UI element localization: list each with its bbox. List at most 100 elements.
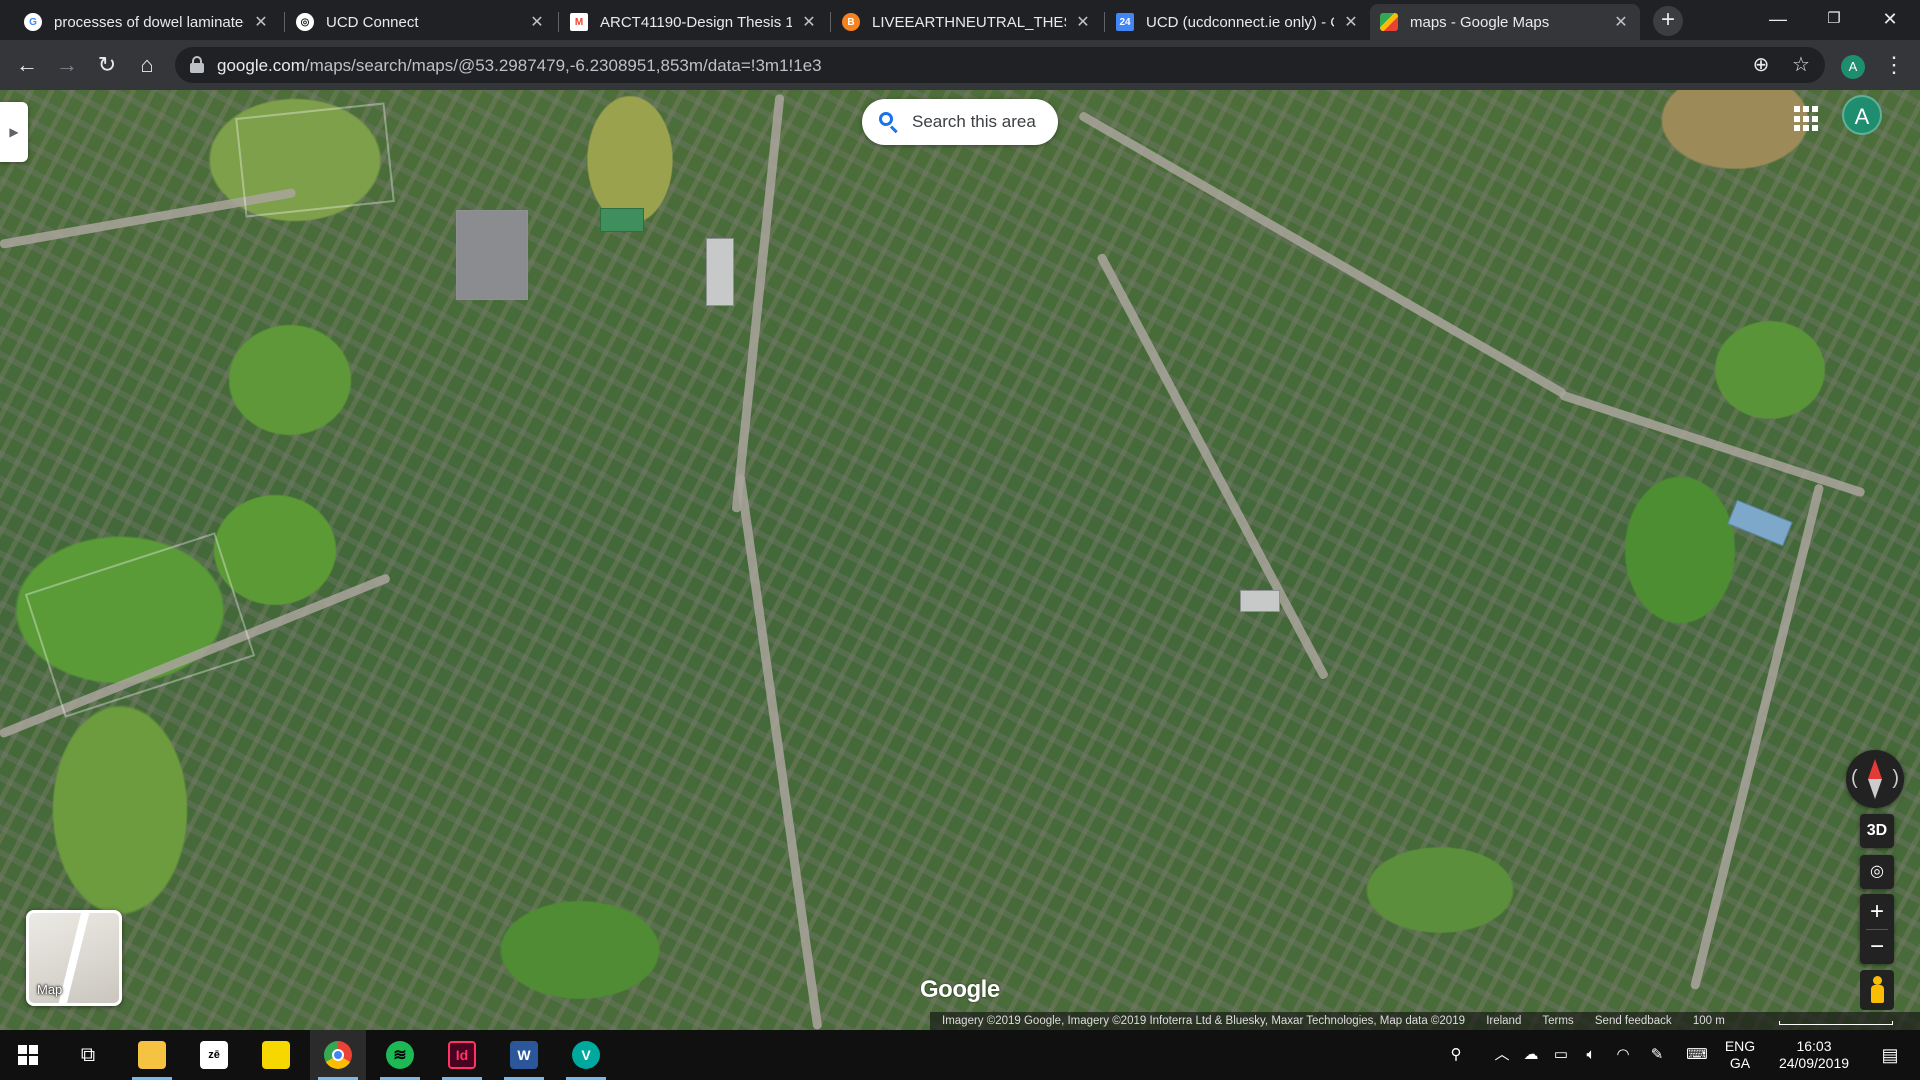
tab-5-active[interactable]: maps - Google Maps ✕ (1370, 4, 1640, 40)
onedrive-icon[interactable]: ☁ (1518, 1030, 1544, 1080)
tab-title: UCD (ucdconnect.ie only) - C (1146, 13, 1334, 31)
building (1240, 590, 1280, 612)
minimize-button[interactable]: — (1750, 0, 1806, 40)
volume-icon[interactable]: 🔈︎ (1578, 1030, 1604, 1080)
scale-label[interactable]: 100 m (1693, 1015, 1725, 1027)
google-logo: Google (920, 976, 1000, 1003)
url-path: /maps/search/maps/@53.2987479,-6.2308951… (304, 56, 822, 75)
terms-link[interactable]: Terms (1542, 1015, 1573, 1027)
tab-4[interactable]: 24 UCD (ucdconnect.ie only) - C ✕ (1106, 4, 1370, 40)
search-icon (878, 111, 900, 134)
compass-north-icon (1868, 759, 1882, 779)
tab-0[interactable]: G processes of dowel laminated ✕ (14, 4, 280, 40)
restore-button[interactable]: ❐ (1806, 0, 1862, 40)
google-apps-icon[interactable] (1794, 106, 1820, 132)
clock-date: 24/09/2019 (1778, 1055, 1850, 1071)
compass-control[interactable]: ( ) (1846, 750, 1904, 808)
spotify-button[interactable]: ≋ (372, 1030, 428, 1080)
attribution-bar: Imagery ©2019 Google, Imagery ©2019 Info… (930, 1012, 1920, 1030)
google-icon: G (24, 13, 42, 31)
side-panel-toggle[interactable]: ▶ (0, 102, 28, 162)
indesign-icon: Id (448, 1041, 476, 1069)
map-road (731, 94, 785, 513)
battery-icon[interactable]: ▭ (1548, 1030, 1574, 1080)
indesign-button[interactable]: Id (434, 1030, 490, 1080)
my-location-button[interactable]: ◎ (1860, 855, 1894, 889)
search-this-area-button[interactable]: Search this area (862, 99, 1058, 145)
reload-button[interactable]: ↻ (92, 50, 122, 80)
scale-bar[interactable] (1779, 1021, 1893, 1025)
building (706, 238, 734, 306)
street-view-pegman-icon[interactable] (1860, 970, 1894, 1010)
zen-icon: zē (200, 1041, 228, 1069)
tennis-courts (600, 208, 644, 232)
tab-close-icon[interactable]: ✕ (800, 12, 818, 32)
sticky-notes-button[interactable] (248, 1030, 304, 1080)
chrome-button[interactable] (310, 1030, 366, 1080)
tab-divider (1104, 12, 1105, 32)
map-road (1096, 252, 1330, 681)
calendar-icon: 24 (1116, 13, 1134, 31)
home-button[interactable]: ⌂ (132, 50, 162, 80)
tab-title: UCD Connect (326, 13, 419, 31)
tab-2[interactable]: M ARCT41190-Design Thesis 1 - ✕ (560, 4, 828, 40)
lock-icon[interactable] (190, 56, 204, 74)
pen-workspace-icon[interactable]: ✎ (1644, 1030, 1670, 1080)
action-center-icon[interactable]: ▤ (1862, 1030, 1918, 1080)
bookmark-star-icon[interactable]: ☆ (1789, 53, 1813, 77)
url-text[interactable]: google.com/maps/search/maps/@53.2987479,… (217, 56, 822, 76)
tab-close-icon[interactable]: ✕ (1074, 12, 1092, 32)
rotate-right-icon[interactable]: ) (1892, 766, 1899, 790)
rotate-left-icon[interactable]: ( (1851, 766, 1858, 790)
start-button[interactable] (0, 1030, 56, 1080)
tab-1[interactable]: ◎ UCD Connect ✕ (286, 4, 556, 40)
new-tab-button[interactable]: + (1653, 6, 1683, 36)
install-app-icon[interactable]: ⊕ (1749, 53, 1773, 77)
task-view-button[interactable]: ⧉ (60, 1030, 116, 1080)
search-this-area-label: Search this area (912, 112, 1036, 131)
vectorworks-button[interactable]: V (558, 1030, 614, 1080)
book-icon: B (842, 13, 860, 31)
zoom-out-button[interactable]: − (1860, 929, 1894, 964)
tab-divider (558, 12, 559, 32)
tab-3[interactable]: B LIVEEARTHNEUTRAL_THESIS ✕ (832, 4, 1102, 40)
task-view-icon: ⧉ (80, 1043, 96, 1066)
zoom-in-button[interactable]: + (1860, 894, 1894, 929)
back-button[interactable]: ← (12, 50, 42, 80)
zen-app-button[interactable]: zē (186, 1030, 242, 1080)
satellite-map[interactable]: ▶ Search this area A Map ( ) 3D ◎ + − Go… (0, 90, 1920, 1030)
tab-strip: G processes of dowel laminated ✕ ◎ UCD C… (0, 0, 1920, 40)
show-hidden-icons-icon[interactable]: ︿ (1490, 1030, 1514, 1080)
country-label: Ireland (1486, 1015, 1522, 1027)
system-clock[interactable]: 16:03 24/09/2019 (1772, 1038, 1856, 1072)
tab-close-icon[interactable]: ✕ (528, 12, 546, 32)
tab-close-icon[interactable]: ✕ (1612, 12, 1630, 32)
browser-menu-icon[interactable]: ⋮ (1882, 52, 1906, 78)
tab-close-icon[interactable]: ✕ (1342, 12, 1360, 32)
clock-time: 16:03 (1796, 1038, 1832, 1054)
people-icon[interactable]: ⚲ (1444, 1030, 1468, 1080)
vectorworks-icon: V (572, 1041, 600, 1069)
zoom-control: + − (1860, 894, 1894, 964)
file-explorer-button[interactable] (124, 1030, 180, 1080)
location-icon: ◎ (1870, 863, 1884, 880)
forward-button[interactable]: → (52, 50, 82, 80)
touch-keyboard-icon[interactable]: ⌨ (1680, 1030, 1714, 1080)
word-button[interactable]: W (496, 1030, 552, 1080)
input-language-indicator[interactable]: ENG GA (1720, 1038, 1760, 1072)
chrome-icon (324, 1041, 352, 1069)
wifi-icon[interactable]: ◠ (1610, 1030, 1636, 1080)
close-window-button[interactable]: ✕ (1862, 0, 1918, 40)
send-feedback-link[interactable]: Send feedback (1595, 1015, 1672, 1027)
car-park (456, 210, 528, 300)
tilt-3d-button[interactable]: 3D (1860, 814, 1894, 848)
sticky-notes-icon (262, 1041, 290, 1069)
address-bar[interactable]: google.com/maps/search/maps/@53.2987479,… (175, 47, 1825, 83)
tab-close-icon[interactable]: ✕ (252, 12, 270, 32)
map-layer-switcher[interactable]: Map (26, 910, 122, 1006)
url-host: google.com (217, 56, 305, 75)
maps-icon (1380, 13, 1398, 31)
map-road (735, 473, 823, 1030)
profile-avatar[interactable]: A (1841, 55, 1865, 79)
account-avatar[interactable]: A (1842, 95, 1882, 135)
